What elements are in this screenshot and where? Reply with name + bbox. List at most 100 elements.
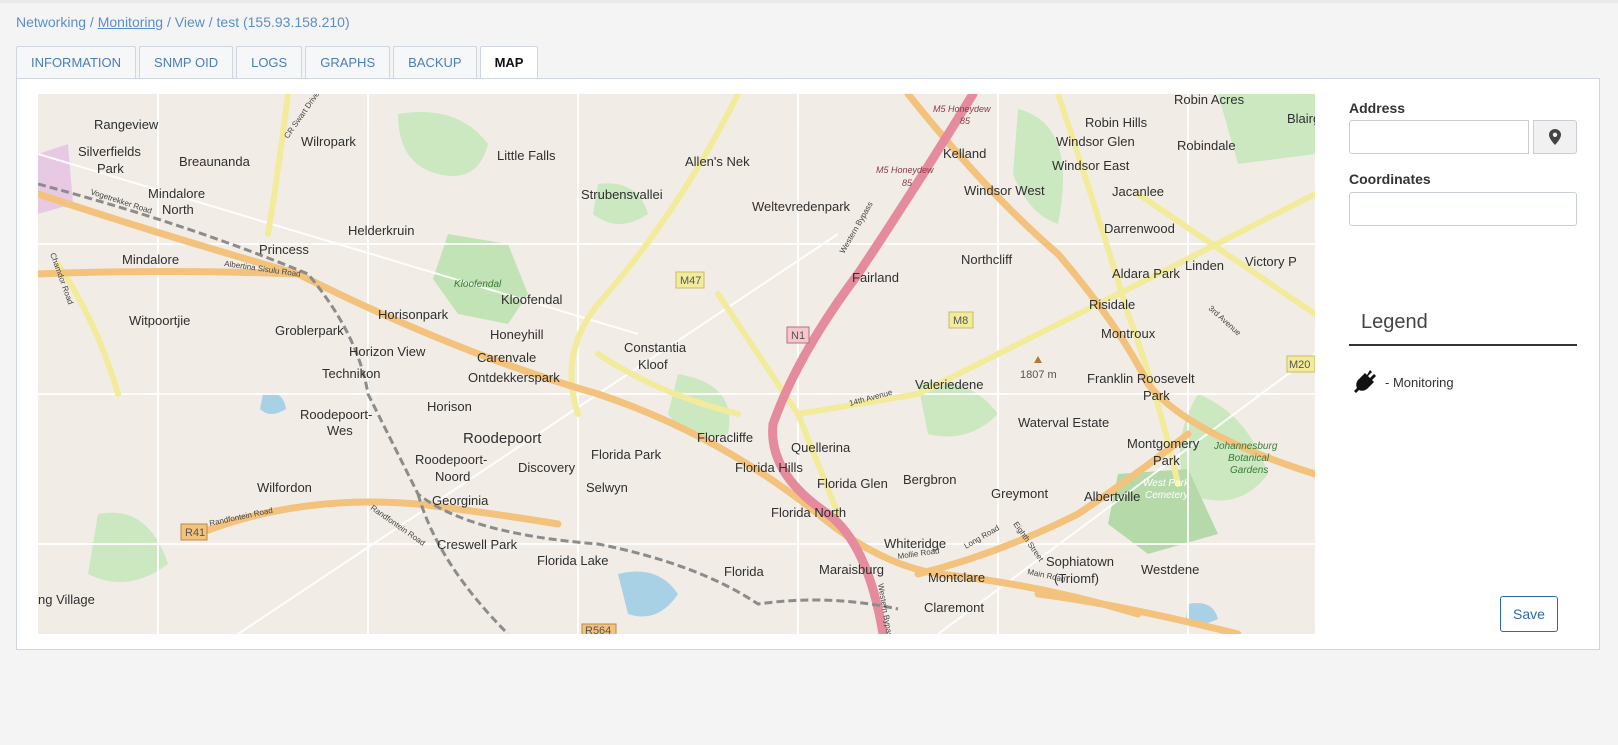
address-label: Address — [1349, 100, 1406, 116]
tab-information[interactable]: INFORMATION — [16, 46, 137, 78]
svg-text:Gardens: Gardens — [1230, 465, 1268, 476]
svg-text:R41: R41 — [185, 527, 205, 539]
svg-text:Breaunanda: Breaunanda — [179, 154, 251, 169]
svg-text:Weltevredenpark: Weltevredenpark — [752, 199, 851, 214]
tab-graphs[interactable]: GRAPHS — [305, 46, 391, 78]
svg-text:Valeriedene: Valeriedene — [915, 377, 983, 392]
locate-address-button[interactable] — [1533, 120, 1577, 154]
coordinates-input[interactable] — [1349, 192, 1577, 226]
svg-text:Albertville: Albertville — [1084, 489, 1140, 504]
breadcrumb-monitoring-link[interactable]: Monitoring — [98, 14, 163, 30]
tab-map[interactable]: MAP — [479, 46, 539, 79]
svg-text:Creswell Park: Creswell Park — [437, 537, 518, 552]
svg-text:Florida Park: Florida Park — [591, 447, 662, 462]
breadcrumb-separator: / — [86, 14, 98, 30]
svg-text:M5 Honeydew: M5 Honeydew — [876, 165, 934, 175]
svg-text:Ontdekkerspark: Ontdekkerspark — [468, 370, 560, 385]
breadcrumb-networking[interactable]: Networking — [16, 14, 86, 30]
svg-text:Rangeview: Rangeview — [94, 117, 159, 132]
svg-text:Northcliff: Northcliff — [961, 252, 1012, 267]
svg-text:ng Village: ng Village — [38, 592, 95, 607]
map-elevation: 1807 m — [1020, 356, 1057, 381]
coordinates-label: Coordinates — [1349, 171, 1431, 187]
svg-text:Noord: Noord — [435, 469, 470, 484]
svg-text:Witpoortjie: Witpoortjie — [129, 313, 190, 328]
svg-text:Botanical: Botanical — [1228, 453, 1270, 464]
svg-text:Greymont: Greymont — [991, 486, 1048, 501]
svg-text:Helderkruin: Helderkruin — [348, 223, 414, 238]
breadcrumb-separator: / — [163, 14, 175, 30]
svg-text:N1: N1 — [791, 330, 805, 342]
svg-text:Johannesburg: Johannesburg — [1213, 441, 1278, 452]
svg-text:North: North — [162, 202, 194, 217]
legend-item-label: - Monitoring — [1385, 374, 1454, 390]
svg-text:Park: Park — [1153, 453, 1180, 468]
map-primary-roads — [38, 94, 1315, 634]
tab-bar: INFORMATION SNMP OID LOGS GRAPHS BACKUP … — [16, 46, 541, 79]
map-view[interactable]: M47 N1 M8 R41 M20 R564 Rangeview Wilropa… — [38, 94, 1315, 634]
map-panel: M47 N1 M8 R41 M20 R564 Rangeview Wilropa… — [16, 78, 1600, 650]
svg-text:Fairland: Fairland — [852, 270, 899, 285]
map-sidebar: Address Coordinates Legend - Monitoring — [1349, 79, 1589, 649]
svg-text:Little Falls: Little Falls — [497, 148, 556, 163]
map-marker-icon — [1549, 129, 1561, 145]
svg-text:Florida Lake: Florida Lake — [537, 553, 609, 568]
svg-text:Blairg: Blairg — [1287, 111, 1315, 126]
map-streets — [38, 94, 1315, 634]
svg-text:Constantia: Constantia — [624, 340, 687, 355]
svg-text:Robindale: Robindale — [1177, 138, 1236, 153]
svg-text:Kloof: Kloof — [638, 357, 668, 372]
svg-text:Mindalore: Mindalore — [148, 186, 205, 201]
breadcrumb-view[interactable]: View — [175, 14, 205, 30]
svg-text:Princess: Princess — [259, 242, 309, 257]
svg-text:Chamdor Road: Chamdor Road — [48, 252, 75, 306]
svg-text:1807 m: 1807 m — [1020, 369, 1057, 381]
svg-text:M8: M8 — [953, 315, 968, 327]
tab-backup[interactable]: BACKUP — [393, 46, 477, 78]
svg-text:Linden: Linden — [1185, 258, 1224, 273]
plug-icon — [1354, 370, 1376, 393]
svg-text:Main Road: Main Road — [1027, 567, 1067, 584]
svg-text:Montclare: Montclare — [928, 570, 985, 585]
svg-text:Floracliffe: Floracliffe — [697, 430, 753, 445]
save-button[interactable]: Save — [1500, 596, 1558, 632]
svg-text:Claremont: Claremont — [924, 600, 984, 615]
legend-title: Legend — [1361, 311, 1428, 333]
svg-text:Allen's Nek: Allen's Nek — [685, 154, 750, 169]
svg-text:Silverfields: Silverfields — [78, 144, 141, 159]
tab-logs[interactable]: LOGS — [236, 46, 303, 78]
svg-text:Horison: Horison — [427, 399, 472, 414]
map-place-labels: Rangeview Wilropark Silverfields Park Bre… — [38, 94, 1315, 615]
svg-text:Maraisburg: Maraisburg — [819, 562, 884, 577]
svg-text:Roodepoort: Roodepoort — [463, 430, 542, 447]
svg-text:Victory P: Victory P — [1245, 254, 1297, 269]
svg-text:Windsor Glen: Windsor Glen — [1056, 134, 1135, 149]
svg-text:Jacanlee: Jacanlee — [1112, 184, 1164, 199]
svg-text:Technikon: Technikon — [322, 366, 381, 381]
svg-text:Horizon View: Horizon View — [349, 344, 426, 359]
breadcrumb: Networking / Monitoring / View / test (1… — [16, 14, 350, 30]
svg-text:Cemetery: Cemetery — [1145, 490, 1189, 501]
address-input[interactable] — [1349, 120, 1529, 154]
svg-text:Franklin Roosevelt: Franklin Roosevelt — [1087, 371, 1195, 386]
svg-text:Kloofendal: Kloofendal — [454, 279, 502, 290]
svg-text:Quellerina: Quellerina — [791, 440, 851, 455]
svg-text:Carenvale: Carenvale — [477, 350, 536, 365]
svg-text:Georginia: Georginia — [432, 493, 489, 508]
svg-text:Mindalore: Mindalore — [122, 252, 179, 267]
svg-text:Robin Acres: Robin Acres — [1174, 94, 1245, 107]
svg-text:Wilropark: Wilropark — [301, 134, 356, 149]
svg-text:M5 Honeydew: M5 Honeydew — [933, 104, 991, 114]
svg-text:Florida: Florida — [724, 564, 765, 579]
svg-text:Wes: Wes — [327, 423, 353, 438]
svg-text:Roodepoort-: Roodepoort- — [300, 407, 372, 422]
svg-text:85: 85 — [960, 116, 971, 126]
svg-text:Discovery: Discovery — [518, 460, 576, 475]
svg-text:Windsor West: Windsor West — [964, 183, 1045, 198]
svg-text:M47: M47 — [680, 275, 701, 287]
svg-text:Honeyhill: Honeyhill — [490, 327, 544, 342]
svg-text:Darrenwood: Darrenwood — [1104, 221, 1175, 236]
tab-snmp-oid[interactable]: SNMP OID — [139, 46, 234, 78]
svg-text:Florida Glen: Florida Glen — [817, 476, 888, 491]
svg-text:Waterval Estate: Waterval Estate — [1018, 415, 1109, 430]
